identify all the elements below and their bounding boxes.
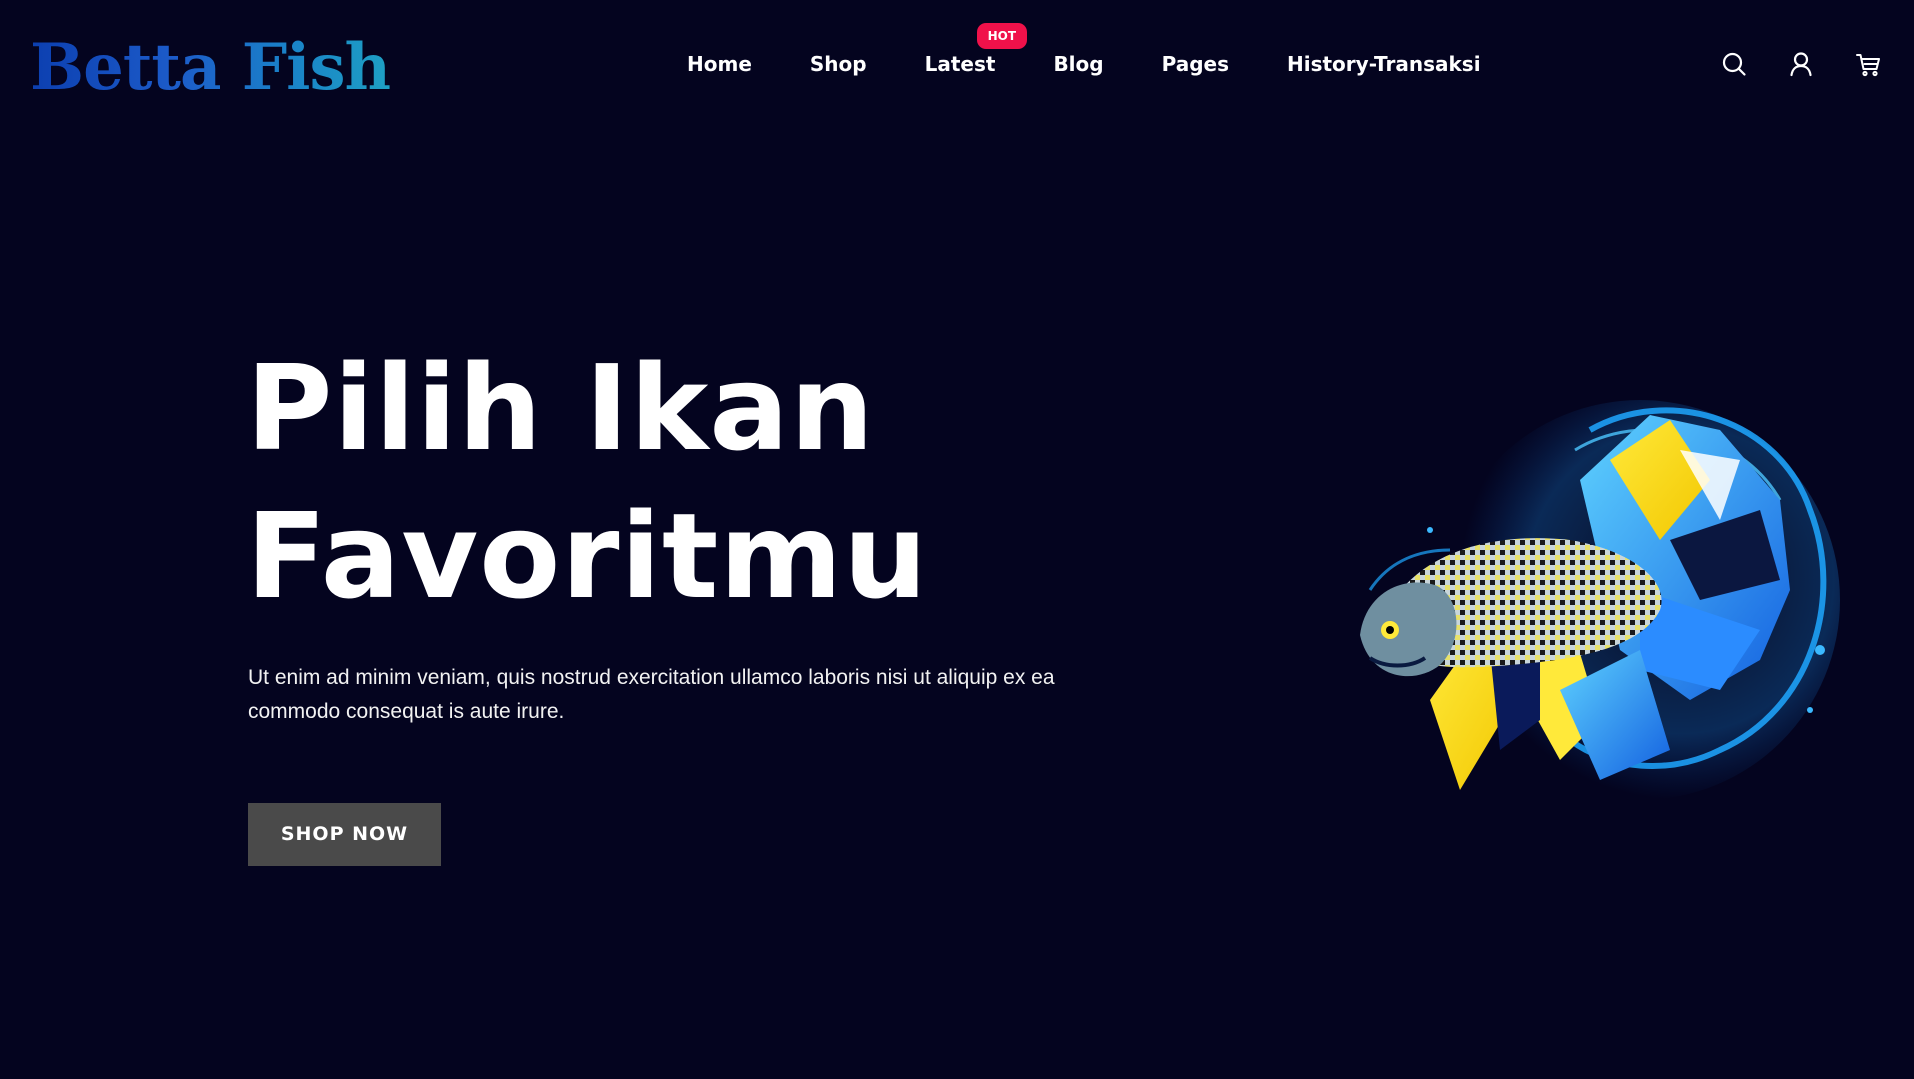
user-icon[interactable]: [1787, 50, 1815, 78]
nav-item-home[interactable]: Home: [687, 50, 752, 78]
search-icon[interactable]: [1720, 50, 1748, 78]
betta-fish-image: [1340, 390, 1840, 840]
nav-item-history-transaksi[interactable]: History-Transaksi: [1287, 50, 1481, 78]
hero-description: Ut enim ad minim veniam, quis nostrud ex…: [248, 666, 1055, 723]
cart-icon[interactable]: [1854, 50, 1882, 78]
nav-item-blog[interactable]: Blog: [1053, 50, 1103, 78]
main-nav: Home Shop Latest HOT Blog Pages History-…: [687, 23, 1481, 78]
nav-item-latest[interactable]: Latest HOT: [924, 23, 1028, 78]
shop-now-button[interactable]: SHOP NOW: [248, 803, 441, 866]
hero-title: Pilih Ikan Favoritmu: [246, 334, 928, 630]
nav-item-pages[interactable]: Pages: [1162, 50, 1229, 78]
hero-title-line-1: Pilih Ikan: [246, 339, 875, 477]
nav-item-latest-label: Latest: [924, 52, 996, 76]
site-logo[interactable]: Betta Fish: [30, 28, 391, 108]
nav-item-shop[interactable]: Shop: [810, 50, 867, 78]
hero-title-line-2: Favoritmu: [246, 487, 929, 625]
hot-badge: HOT: [976, 23, 1028, 49]
site-header: Betta Fish Home Shop Latest HOT Blog Pag…: [0, 0, 1914, 130]
landing-page: Betta Fish Home Shop Latest HOT Blog Pag…: [0, 0, 1914, 1079]
header-actions: [1714, 50, 1914, 80]
